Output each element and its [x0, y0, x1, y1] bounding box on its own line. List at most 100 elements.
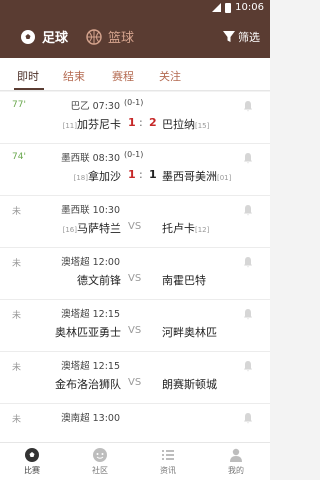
- home-team: 德文前锋: [0, 272, 121, 288]
- tab-live[interactable]: 即时: [17, 68, 39, 84]
- news-list-icon: [162, 450, 174, 460]
- tab-schedule[interactable]: 赛程: [112, 68, 134, 84]
- sport-label-basketball: 篮球: [108, 31, 135, 46]
- match-row[interactable]: 未 澳塔超 12:15 金布洛治狮队 VS 朗赛斯顿城: [0, 352, 270, 404]
- home-score: 1: [128, 168, 136, 181]
- nav-label: 比赛: [24, 466, 40, 475]
- home-rank: [11]: [62, 122, 77, 130]
- match-row[interactable]: 未 澳塔超 12:00 德文前锋 VS 南霍巴特: [0, 248, 270, 300]
- halftime-score: (0-1): [124, 98, 144, 107]
- kickoff-time: 07:30: [92, 101, 120, 112]
- status-time: 10:06: [235, 2, 264, 13]
- bell-icon[interactable]: [242, 308, 254, 320]
- sport-tab-basketball[interactable]: 篮球: [86, 27, 134, 46]
- filter-funnel-icon: [223, 31, 235, 42]
- league-name: 澳南超: [61, 413, 90, 424]
- away-team: 朗赛斯顿城: [162, 376, 217, 392]
- kickoff-time: 13:00: [92, 413, 120, 424]
- match-row[interactable]: 77' 巴乙 07:30 (0-1) [11]加芬尼卡 1 : 2 巴拉纳[15…: [0, 92, 270, 144]
- away-team: 巴拉纳[15]: [162, 116, 209, 132]
- away-team-name: 巴拉纳: [162, 118, 195, 131]
- soccer-ball-icon: [25, 448, 39, 462]
- status-bar-right: 10:06: [212, 2, 264, 13]
- away-team: 南霍巴特: [162, 272, 206, 288]
- away-team-name: 河畔奥林匹: [162, 326, 217, 339]
- home-rank: [18]: [73, 174, 88, 182]
- vs-label: VS: [128, 273, 142, 284]
- match-row[interactable]: 未 澳南超 13:00: [0, 404, 270, 442]
- away-team: 河畔奥林匹: [162, 324, 217, 340]
- nav-profile[interactable]: 我的: [216, 447, 256, 476]
- score-separator: :: [139, 116, 143, 129]
- filter-button[interactable]: 筛选: [223, 29, 260, 45]
- vs-label: VS: [128, 377, 142, 388]
- league-time: 澳塔超 12:15: [0, 358, 120, 372]
- nav-label: 我的: [228, 466, 244, 475]
- kickoff-time: 12:15: [92, 361, 120, 372]
- home-team-name: 马萨特兰: [77, 222, 121, 235]
- active-tab-indicator: [14, 88, 44, 90]
- away-rank: [12]: [195, 226, 210, 234]
- nav-label: 资讯: [160, 466, 176, 475]
- top-header: 足球 篮球 筛选: [0, 18, 270, 58]
- league-name: 澳塔超: [61, 309, 90, 320]
- kickoff-time: 12:00: [92, 257, 120, 268]
- home-team-name: 加芬尼卡: [77, 118, 121, 131]
- away-score: 1: [149, 168, 157, 181]
- home-rank: [16]: [62, 226, 77, 234]
- home-team: [16]马萨特兰: [0, 220, 121, 236]
- sport-tab-football[interactable]: 足球: [20, 27, 68, 46]
- away-team: 墨西哥美洲[01]: [162, 168, 231, 184]
- signal-icon: [212, 3, 222, 12]
- away-team: 托卢卡[12]: [162, 220, 209, 236]
- home-team-name: 金布洛治狮队: [55, 378, 121, 391]
- league-name: 澳塔超: [61, 361, 90, 372]
- bell-icon[interactable]: [242, 204, 254, 216]
- battery-icon: [225, 2, 232, 13]
- away-team-name: 墨西哥美洲: [162, 170, 217, 183]
- nav-community[interactable]: 社区: [80, 447, 120, 476]
- halftime-score: (0-1): [124, 150, 144, 159]
- league-time: 澳塔超 12:00: [0, 254, 120, 268]
- home-score: 1: [128, 116, 136, 129]
- match-list: 77' 巴乙 07:30 (0-1) [11]加芬尼卡 1 : 2 巴拉纳[15…: [0, 92, 270, 442]
- filter-label: 筛选: [238, 31, 260, 44]
- nav-label: 社区: [92, 466, 108, 475]
- bell-icon[interactable]: [242, 360, 254, 372]
- league-time: 澳南超 13:00: [0, 410, 120, 424]
- league-time: 墨西联 08:30: [0, 150, 120, 164]
- match-tabs: 即时 结束 赛程 关注: [0, 58, 270, 91]
- nav-matches[interactable]: 比赛: [12, 447, 52, 476]
- home-team-name: 德文前锋: [77, 274, 121, 287]
- basketball-icon: [86, 28, 102, 45]
- home-team: [18]拿加沙: [0, 168, 121, 184]
- bell-icon[interactable]: [242, 152, 254, 164]
- home-team-name: 拿加沙: [88, 170, 121, 183]
- away-rank: [01]: [217, 174, 232, 182]
- soccer-ball-icon: [21, 29, 35, 44]
- league-name: 墨西联: [61, 205, 90, 216]
- match-row[interactable]: 未 墨西联 10:30 [16]马萨特兰 VS 托卢卡[12]: [0, 196, 270, 248]
- tab-finished[interactable]: 结束: [63, 68, 85, 84]
- home-team: [11]加芬尼卡: [0, 116, 121, 132]
- league-name: 巴乙: [70, 101, 90, 112]
- away-team-name: 朗赛斯顿城: [162, 378, 217, 391]
- community-icon: [93, 448, 107, 462]
- score-separator: :: [139, 168, 143, 181]
- bell-icon[interactable]: [242, 256, 254, 268]
- league-name: 墨西联: [61, 153, 90, 164]
- home-team: 奥林匹亚勇士: [0, 324, 121, 340]
- tab-following[interactable]: 关注: [159, 68, 181, 84]
- away-score: 2: [149, 116, 157, 129]
- bell-icon[interactable]: [242, 412, 254, 424]
- kickoff-time: 08:30: [92, 153, 120, 164]
- kickoff-time: 10:30: [92, 205, 120, 216]
- bell-icon[interactable]: [242, 100, 254, 112]
- match-row[interactable]: 未 澳塔超 12:15 奥林匹亚勇士 VS 河畔奥林匹: [0, 300, 270, 352]
- league-time: 巴乙 07:30: [0, 98, 120, 112]
- match-row[interactable]: 74' 墨西联 08:30 (0-1) [18]拿加沙 1 : 1 墨西哥美洲[…: [0, 144, 270, 196]
- away-rank: [15]: [195, 122, 210, 130]
- nav-news[interactable]: 资讯: [148, 447, 188, 476]
- profile-icon: [230, 448, 242, 462]
- vs-label: VS: [128, 325, 142, 336]
